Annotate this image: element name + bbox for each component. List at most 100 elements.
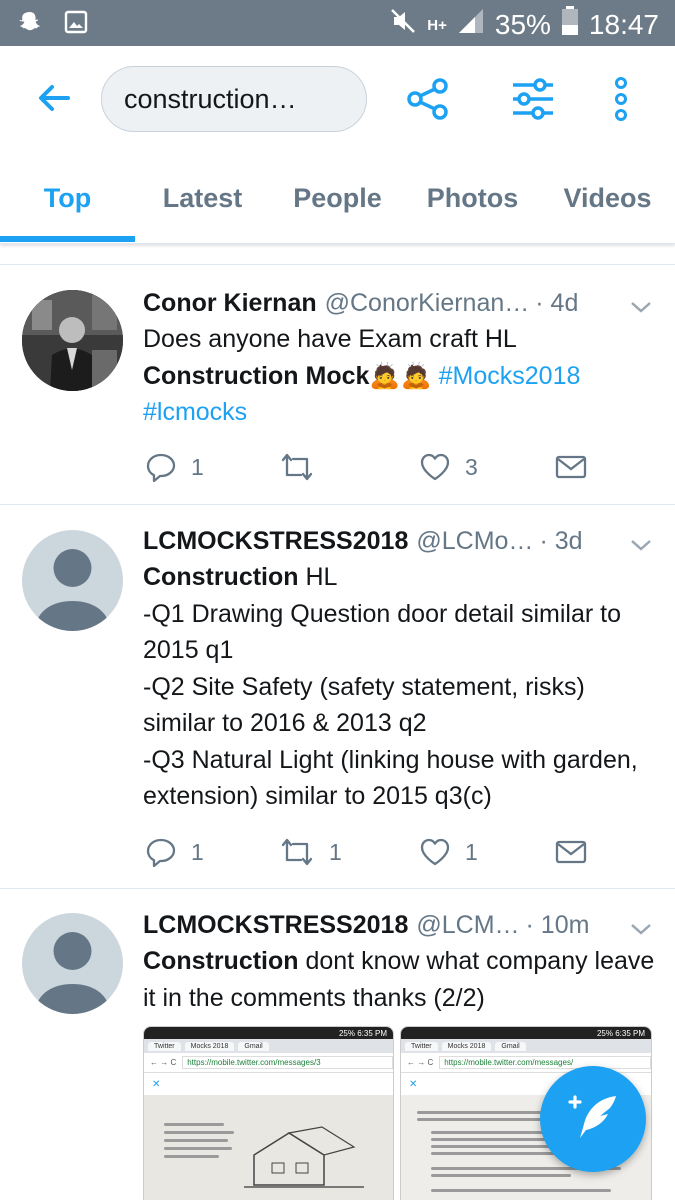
- tweet[interactable]: Conor Kiernan @ConorKiernan… · 4d Does a…: [0, 265, 675, 505]
- chevron-down-icon[interactable]: [629, 921, 653, 937]
- compose-feather-icon: [568, 1095, 616, 1138]
- tweet-text-keyword: Construction: [143, 947, 299, 975]
- tweet-emoji: 🙇🙇: [369, 361, 432, 390]
- status-bar: H+ 35% 18:47: [0, 0, 675, 46]
- tab-latest[interactable]: Latest: [135, 154, 270, 242]
- media-tab: Gmail: [495, 1041, 526, 1051]
- media-nav-icons: ← → C: [150, 1058, 177, 1067]
- reply-button[interactable]: 1: [145, 447, 204, 487]
- direct-message-button[interactable]: [555, 832, 587, 872]
- tweet-time: · 4d: [535, 288, 579, 317]
- mail-icon: [555, 840, 587, 864]
- retweet-icon: [281, 838, 313, 866]
- avatar[interactable]: [22, 530, 123, 631]
- direct-message-button[interactable]: [555, 447, 587, 487]
- tab-videos[interactable]: Videos: [540, 154, 675, 242]
- tweet-author-handle: @ConorKiernan…: [324, 288, 530, 317]
- reply-icon: [146, 838, 176, 868]
- avatar[interactable]: [22, 913, 123, 1014]
- media-url: https://mobile.twitter.com/messages/3: [182, 1056, 393, 1069]
- media-tab: Mocks 2018: [441, 1041, 492, 1051]
- media-status-bar: 25% 6:35 PM: [401, 1027, 651, 1039]
- chevron-down-icon[interactable]: [629, 299, 653, 315]
- media-browser-tabs: Twitter Mocks 2018 Gmail: [401, 1039, 651, 1053]
- back-arrow-icon[interactable]: [32, 76, 76, 120]
- tweet-text-line: -Q3 Natural Light (linking house with ga…: [143, 745, 638, 811]
- tweet-author-name[interactable]: LCMOCKSTRESS2018: [143, 911, 408, 940]
- tweet-actions: 1 3: [143, 447, 623, 487]
- tab-people[interactable]: People: [270, 154, 405, 242]
- retweet-button[interactable]: [279, 447, 329, 487]
- tweet-author-name[interactable]: LCMOCKSTRESS2018: [143, 527, 408, 556]
- media-document-page: [144, 1095, 393, 1200]
- media-close-icon: ✕: [144, 1073, 393, 1095]
- reply-button[interactable]: 1: [145, 832, 204, 872]
- tweet-text-keyword: Construction Mock: [143, 361, 370, 390]
- tweet-text: Construction dont know what company leav…: [143, 943, 655, 1016]
- tweet-time: · 10m: [525, 910, 590, 939]
- media-tab: Twitter: [405, 1041, 438, 1051]
- media-status-bar: 25% 6:35 PM: [144, 1027, 393, 1039]
- tweet-text-line: HL: [298, 563, 338, 591]
- media-url: https://mobile.twitter.com/messages/: [439, 1056, 651, 1069]
- like-button[interactable]: 3: [419, 447, 478, 487]
- search-tabs: Top Latest People Photos Videos: [0, 154, 675, 244]
- tweet-actions: 1 1 1: [143, 832, 623, 872]
- battery-percent: 35%: [494, 9, 551, 40]
- tweet[interactable]: LCMOCKSTRESS2018 @LCMo… · 3d Constructio…: [0, 505, 675, 889]
- heart-icon: [420, 453, 450, 481]
- tweet-author-handle: @LCM…: [416, 910, 520, 939]
- mail-icon: [555, 455, 587, 479]
- media-tab: Gmail: [238, 1041, 269, 1051]
- mute-icon: [389, 7, 417, 43]
- tweet-time: · 3d: [539, 526, 583, 555]
- tweet-text-keyword: Construction: [143, 563, 299, 591]
- tweet-header: Conor Kiernan @ConorKiernan… · 4d: [143, 284, 641, 322]
- tweet-author-name[interactable]: Conor Kiernan: [143, 289, 317, 318]
- retweet-icon: [281, 453, 313, 481]
- search-query: construction…: [124, 83, 297, 114]
- more-vertical-icon[interactable]: [606, 76, 636, 122]
- retweet-button[interactable]: 1: [279, 832, 342, 872]
- chevron-down-icon[interactable]: [629, 537, 653, 553]
- tweet-text-line: -Q2 Site Safety (safety statement, risks…: [143, 672, 585, 738]
- signal-icon: [457, 7, 485, 43]
- like-count: 3: [465, 453, 478, 480]
- heart-icon: [420, 838, 450, 866]
- media-url-bar: ← → C https://mobile.twitter.com/message…: [144, 1053, 393, 1073]
- active-tab-indicator: [0, 236, 135, 242]
- tweet-header: LCMOCKSTRESS2018 @LCMo… · 3d: [143, 522, 641, 560]
- tweet-media-image[interactable]: 25% 6:35 PM Twitter Mocks 2018 Gmail ← →…: [143, 1026, 394, 1200]
- tweet-text: Does anyone have Exam craft HL Construct…: [143, 321, 655, 431]
- tweet-author-handle: @LCMo…: [416, 526, 534, 555]
- reply-count: 1: [191, 453, 204, 480]
- snapchat-icon: [18, 10, 42, 39]
- tweet-text-line: -Q1 Drawing Question door detail similar…: [143, 599, 621, 665]
- tweet-text-line: Does anyone have Exam craft HL: [143, 325, 517, 353]
- media-browser-tabs: Twitter Mocks 2018 Gmail: [144, 1039, 393, 1053]
- media-tab: Mocks 2018: [184, 1041, 235, 1051]
- tab-top[interactable]: Top: [0, 154, 135, 242]
- reply-icon: [146, 453, 176, 483]
- network-type: H+: [427, 16, 447, 34]
- tweet-header: LCMOCKSTRESS2018 @LCM… · 10m: [143, 906, 641, 944]
- search-input[interactable]: construction…: [101, 66, 367, 132]
- search-header: construction…: [0, 46, 675, 154]
- like-count: 1: [465, 838, 478, 865]
- like-button[interactable]: 1: [419, 832, 478, 872]
- share-icon[interactable]: [405, 76, 451, 122]
- media-house-sketch: [244, 1126, 364, 1188]
- reply-count: 1: [191, 838, 204, 865]
- hashtag-link[interactable]: #lcmocks: [143, 398, 247, 426]
- filter-icon[interactable]: [510, 76, 556, 122]
- media-nav-icons: ← → C: [407, 1058, 434, 1067]
- compose-tweet-button[interactable]: [540, 1066, 646, 1172]
- avatar[interactable]: [22, 290, 123, 391]
- gallery-icon: [64, 10, 88, 39]
- clock: 18:47: [588, 9, 659, 40]
- media-tab: Twitter: [148, 1041, 181, 1051]
- hashtag-link[interactable]: #Mocks2018: [439, 362, 581, 390]
- battery-icon: [561, 6, 579, 44]
- tweet-text: Construction HL -Q1 Drawing Question doo…: [143, 559, 655, 815]
- tab-photos[interactable]: Photos: [405, 154, 540, 242]
